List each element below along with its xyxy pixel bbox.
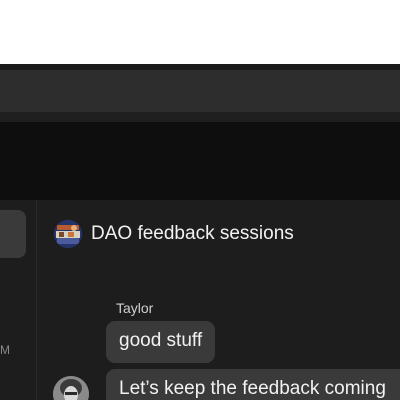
group-photo-avatar-icon[interactable] — [54, 220, 82, 248]
group-photo-icon — [54, 220, 82, 248]
screen: PM DAO feedback sessions Taylor good stu… — [0, 0, 400, 400]
channel-title[interactable]: DAO feedback sessions — [91, 223, 294, 245]
window-divider — [0, 112, 400, 122]
person-photo-avatar-icon[interactable] — [53, 376, 89, 400]
sidebar-item-timestamp: PM — [0, 343, 10, 357]
chat-header: DAO feedback sessions — [37, 200, 400, 268]
message-bubble[interactable]: Let’s keep the feedback coming — [106, 369, 400, 400]
message-bubble[interactable]: good stuff — [106, 321, 216, 363]
app-body: PM DAO feedback sessions Taylor good stu… — [0, 200, 400, 400]
conversation-sidebar: PM — [0, 200, 37, 400]
app-header-bar — [0, 122, 400, 200]
person-photo-icon — [53, 376, 89, 400]
sidebar-search-field[interactable] — [0, 210, 26, 258]
window-toolbar — [0, 70, 400, 113]
message-author: Taylor — [116, 300, 154, 316]
